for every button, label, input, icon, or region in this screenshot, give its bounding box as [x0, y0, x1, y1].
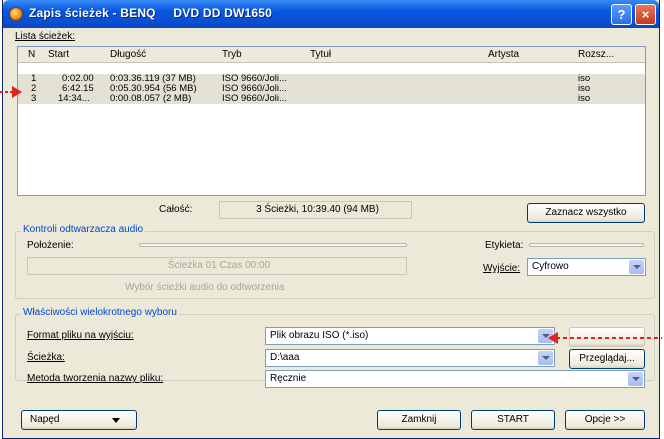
chevron-down-icon[interactable] — [538, 351, 553, 365]
drive-button[interactable]: Napęd — [21, 410, 137, 430]
output-select-value: Cyfrowo — [532, 261, 569, 272]
track-list-header: N Start Długość Tryb Tytuł Artysta Rozsz… — [18, 47, 645, 63]
chevron-down-icon[interactable] — [629, 260, 644, 274]
annotation-arrow-right-icon — [548, 332, 662, 344]
format-select-value: Plik obrazu ISO (*.iso) — [270, 330, 369, 341]
output-select[interactable]: Cyfrowo — [527, 258, 646, 276]
path-select-value: D:\aaa — [270, 352, 300, 363]
total-label: Całość: — [159, 204, 193, 215]
select-all-button[interactable]: Zaznacz wszystko — [527, 203, 645, 223]
output-label: Wyjście: — [483, 263, 521, 274]
drive-button-label: Napęd — [30, 414, 60, 425]
tracklist-label: Lista ścieżek: — [15, 31, 76, 42]
row-cell: 0:00.08.057 (2 MB) — [110, 93, 192, 104]
options-button[interactable]: Opcje >> — [565, 410, 645, 430]
track-list[interactable]: N Start Długość Tryb Tytuł Artysta Rozsz… — [17, 46, 646, 196]
col-length[interactable]: Długość — [110, 49, 146, 60]
naming-select[interactable]: Ręcznie — [265, 370, 645, 388]
start-button[interactable]: START — [471, 410, 555, 430]
title-bar[interactable]: Zapis ścieżek - BENQ DVD DD DW1650 ? × — [3, 0, 659, 28]
naming-label: Metoda tworzenia nazwy pliku: — [27, 373, 164, 384]
position-slider[interactable] — [139, 243, 407, 247]
chevron-down-icon[interactable] — [628, 372, 643, 386]
total-value: 3 Ścieżki, 10:39.40 (94 MB) — [219, 201, 412, 219]
track-writing-window: Zapis ścieżek - BENQ DVD DD DW1650 ? × L… — [2, 0, 660, 439]
position-label: Położenie: — [27, 240, 74, 251]
naming-select-value: Ręcznie — [270, 373, 307, 384]
close-button[interactable]: Zamknij — [377, 410, 461, 430]
label-slider[interactable] — [529, 243, 644, 247]
app-icon — [9, 7, 23, 21]
close-window-button[interactable]: × — [635, 4, 656, 25]
col-mode[interactable]: Tryb — [222, 49, 242, 60]
browse-button[interactable]: Przeglądaj... — [569, 349, 645, 369]
label-label: Etykieta: — [485, 240, 524, 251]
window-title: Zapis ścieżek - BENQ DVD DD DW1650 — [29, 6, 273, 20]
path-label: Ścieżka: — [27, 352, 65, 363]
audio-status-field: Ścieżka 01 Czas 00:00 — [27, 257, 407, 275]
col-extension[interactable]: Rozsz... — [578, 49, 614, 60]
table-row[interactable]: 3 14:34... 0:00.08.057 (2 MB) ISO 9660/J… — [18, 93, 645, 104]
audio-hint: Wybór ścieżki audio do odtworzenia — [125, 282, 285, 293]
col-artist[interactable]: Artysta — [488, 49, 519, 60]
help-button[interactable]: ? — [611, 4, 632, 25]
col-start[interactable]: Start — [48, 49, 69, 60]
row-cell: ISO 9660/Joli... — [222, 93, 287, 104]
row-cell: 3 — [31, 93, 37, 104]
col-title[interactable]: Tytuł — [310, 49, 331, 60]
format-label: Format pliku na wyjściu: — [27, 330, 134, 341]
audio-group-title: Kontroli odtwarzacza audio — [21, 224, 146, 235]
format-select[interactable]: Plik obrazu ISO (*.iso) — [265, 327, 555, 345]
row-cell: 14:34... — [58, 93, 90, 104]
row-cell: iso — [578, 93, 591, 104]
dropdown-arrow-icon — [112, 418, 120, 423]
path-select[interactable]: D:\aaa — [265, 349, 555, 367]
col-n[interactable]: N — [28, 49, 35, 60]
multi-group-title: Właściwości wielokrotnego wyboru — [21, 307, 179, 318]
annotation-arrow-left-icon — [0, 86, 22, 98]
